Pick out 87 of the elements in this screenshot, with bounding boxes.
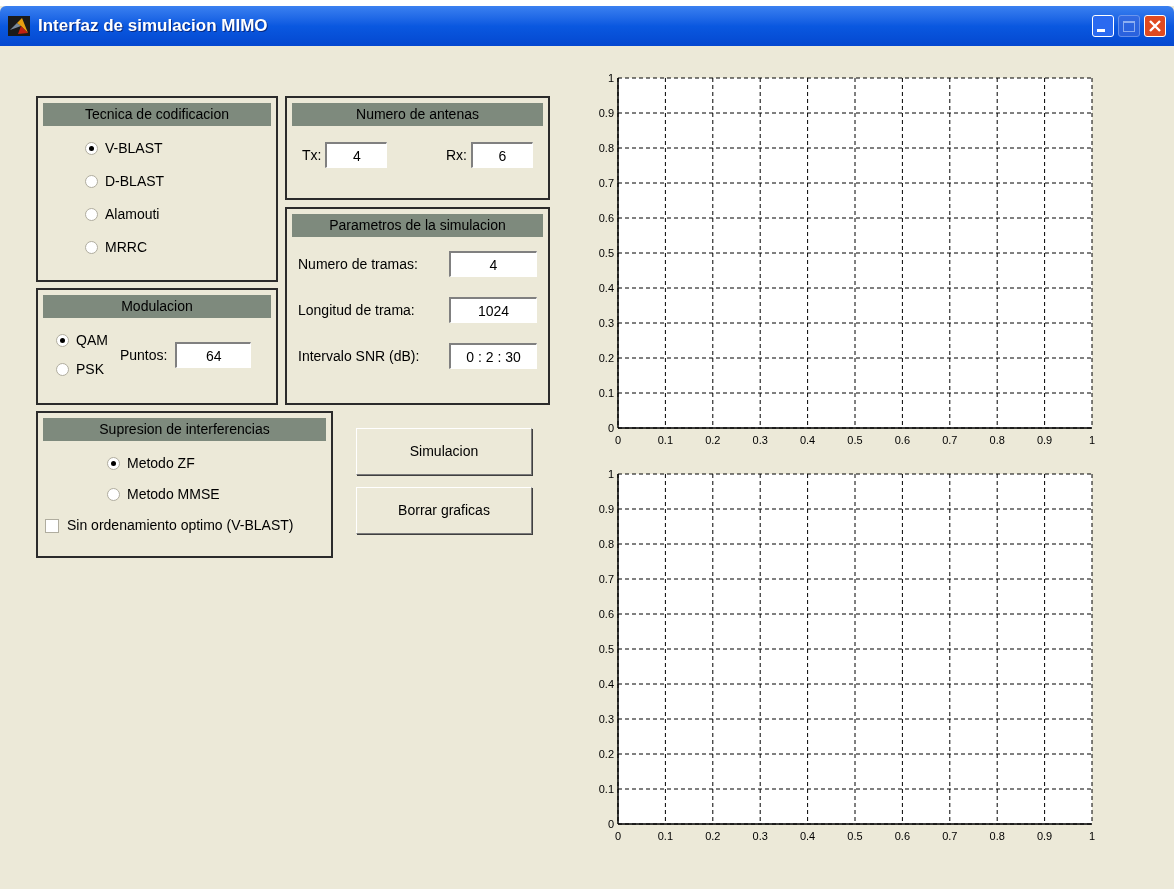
input-field[interactable]: 6 — [471, 142, 533, 168]
panel-title: Supresion de interferencias — [43, 418, 326, 441]
tick-label: 1 — [607, 468, 614, 480]
radio-button[interactable] — [107, 488, 120, 501]
tick-label: 1 — [607, 72, 614, 84]
tick-label: 0.9 — [1036, 434, 1053, 446]
tick-label: 0.4 — [799, 830, 816, 842]
tick-label: 0.3 — [752, 830, 768, 842]
radio-button[interactable] — [85, 208, 98, 221]
panel-title: Tecnica de codificacion — [43, 103, 271, 126]
logo-icon — [8, 16, 30, 36]
tick-label: 0.3 — [598, 713, 614, 725]
minimize-button[interactable] — [1092, 15, 1114, 37]
tick-label: 0.5 — [598, 247, 614, 259]
tick-label: 0.1 — [598, 387, 614, 399]
input-field[interactable]: 4 — [325, 142, 388, 168]
radio-button[interactable] — [85, 175, 98, 188]
field-label: Intervalo SNR (dB): — [298, 346, 420, 366]
tick-label: 1 — [1088, 830, 1096, 842]
tick-label: 0 — [607, 818, 614, 830]
field-label: Tx: — [302, 145, 322, 165]
action-button[interactable]: Simulacion — [356, 428, 532, 475]
radio-button[interactable] — [85, 241, 98, 254]
tick-label: 0.8 — [598, 142, 614, 154]
input-field[interactable]: 64 — [175, 342, 252, 368]
radio-label: V-BLAST — [105, 139, 163, 158]
tick-label: 0.5 — [847, 830, 863, 842]
action-button[interactable]: Borrar graficas — [356, 487, 532, 534]
tick-label: 0.2 — [598, 748, 614, 760]
tick-label: 0.9 — [598, 503, 614, 515]
field-label: Numero de tramas: — [298, 254, 418, 274]
tick-label: 0.7 — [598, 177, 614, 189]
tick-label: 0.9 — [1036, 830, 1053, 842]
tick-label: 0.3 — [752, 434, 768, 446]
field-label: Longitud de trama: — [298, 300, 415, 320]
tick-label: 0 — [607, 422, 614, 434]
input-field[interactable]: 4 — [449, 251, 537, 277]
radio-button[interactable] — [56, 334, 69, 347]
tick-label: 0.1 — [598, 783, 614, 795]
close-icon — [1149, 20, 1161, 32]
field-label: Rx: — [446, 145, 467, 165]
tick-label: 1 — [1088, 434, 1096, 446]
tick-label: 0.8 — [989, 830, 1005, 842]
tick-label: 0.1 — [657, 434, 674, 446]
tick-label: 0.2 — [598, 352, 614, 364]
tick-label: 0.4 — [799, 434, 816, 446]
close-button[interactable] — [1144, 15, 1166, 37]
tick-label: 0.7 — [942, 830, 958, 842]
tick-label: 0.4 — [598, 282, 614, 294]
tick-label: 0.5 — [847, 434, 863, 446]
tick-label: 0.8 — [989, 434, 1005, 446]
radio-label: MRRC — [105, 238, 147, 257]
tick-label: 0 — [614, 434, 622, 446]
radio-button[interactable] — [56, 363, 69, 376]
tick-label: 0.7 — [942, 434, 958, 446]
tick-label: 0.6 — [894, 830, 911, 842]
panel-title: Modulacion — [43, 295, 271, 318]
input-field[interactable]: 0 : 2 : 30 — [449, 343, 537, 369]
radio-label: PSK — [76, 360, 104, 379]
tick-label: 0.3 — [598, 317, 614, 329]
radio-label: Metodo MMSE — [127, 485, 220, 504]
maximize-button[interactable] — [1118, 15, 1140, 37]
radio-button[interactable] — [107, 457, 120, 470]
tick-label: 0.6 — [598, 212, 614, 224]
radio-label: Metodo ZF — [127, 454, 195, 473]
radio-label: Alamouti — [105, 205, 160, 224]
tick-label: 0 — [614, 830, 622, 842]
input-field[interactable]: 1024 — [449, 297, 537, 323]
panel-title: Parametros de la simulacion — [292, 214, 543, 237]
tick-label: 0.8 — [598, 538, 614, 550]
radio-label: D-BLAST — [105, 172, 165, 191]
tick-label: 0.2 — [705, 830, 721, 842]
tick-label: 0.4 — [598, 678, 614, 690]
tick-label: 0.2 — [705, 434, 721, 446]
window-title: Interfaz de simulacion MIMO — [38, 15, 268, 38]
tick-label: 0.6 — [894, 434, 911, 446]
radio-button[interactable] — [85, 142, 98, 155]
field-label: Puntos: — [119, 345, 168, 365]
radio-label: QAM — [76, 331, 108, 350]
tick-label: 0.6 — [598, 608, 614, 620]
checkbox-label: Sin ordenamiento optimo (V-BLAST) — [67, 516, 294, 535]
tick-label: 0.1 — [657, 830, 674, 842]
tick-label: 0.5 — [598, 643, 614, 655]
tick-label: 0.9 — [598, 107, 614, 119]
tick-label: 0.7 — [598, 573, 614, 585]
checkbox[interactable] — [45, 518, 59, 533]
panel-title: Numero de antenas — [292, 103, 543, 126]
